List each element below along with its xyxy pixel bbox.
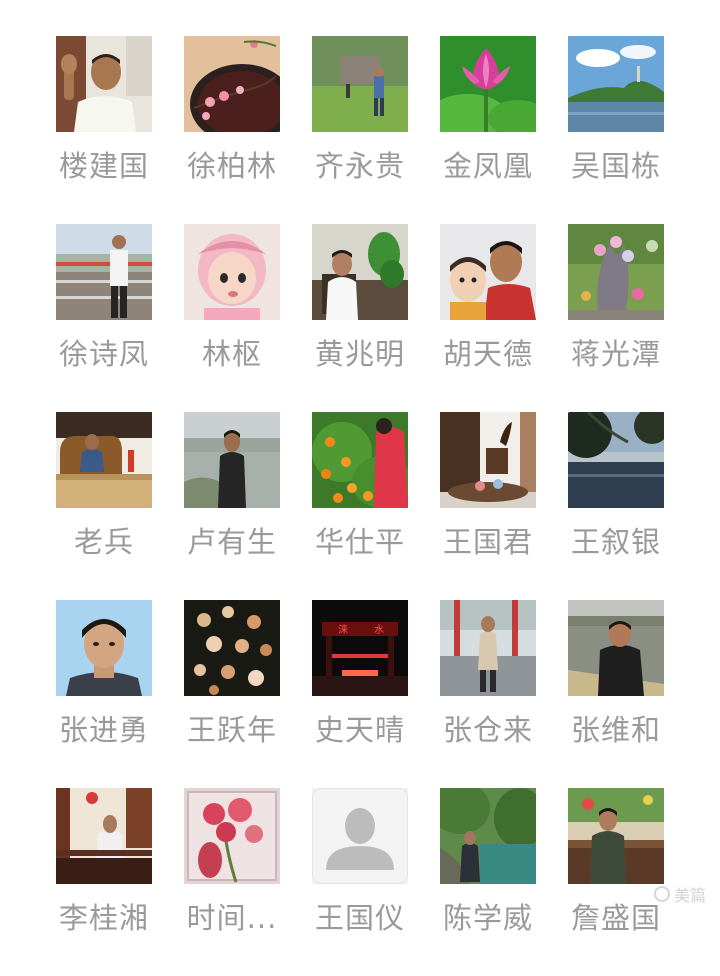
avatar xyxy=(568,224,664,320)
member-tile[interactable]: 齐永贵 xyxy=(296,36,424,224)
member-name: 史天晴 xyxy=(314,713,405,747)
member-name: 李桂湘 xyxy=(58,901,149,935)
member-grid: 楼建国 徐柏林 齐永贵 金凤凰 吴国栋 徐诗凤 林枢 黄兆明 胡天德 蒋光潭 老… xyxy=(40,36,680,976)
member-tile[interactable]: 张维和 xyxy=(552,600,680,788)
member-tile[interactable]: 涞 水 史天晴 xyxy=(296,600,424,788)
member-name: 楼建国 xyxy=(58,149,149,183)
avatar xyxy=(440,412,536,508)
avatar xyxy=(568,412,664,508)
avatar xyxy=(568,788,664,884)
avatar xyxy=(440,224,536,320)
member-name: 老兵 xyxy=(73,525,134,559)
meipian-logo-icon xyxy=(653,886,670,902)
member-tile[interactable]: 王叙银 xyxy=(552,412,680,600)
member-name: 林枢 xyxy=(201,337,262,371)
member-tile[interactable]: 黄兆明 xyxy=(296,224,424,412)
avatar xyxy=(568,36,664,132)
avatar xyxy=(184,224,280,320)
member-tile[interactable]: 徐柏林 xyxy=(168,36,296,224)
member-tile[interactable]: 老兵 xyxy=(40,412,168,600)
avatar xyxy=(440,788,536,884)
avatar xyxy=(184,788,280,884)
member-tile[interactable]: 华仕平 xyxy=(296,412,424,600)
member-name: 王叙银 xyxy=(570,525,661,559)
watermark-text: 美篇 xyxy=(673,886,706,905)
avatar xyxy=(568,600,664,696)
svg-text:涞: 涞 xyxy=(338,624,348,636)
avatar xyxy=(440,600,536,696)
member-tile[interactable]: 金凤凰 xyxy=(424,36,552,224)
member-tile[interactable]: 张仓来 xyxy=(424,600,552,788)
member-name: 陈学威 xyxy=(442,901,533,935)
member-tile[interactable]: 徐诗凤 xyxy=(40,224,168,412)
avatar xyxy=(56,412,152,508)
member-name: 徐诗凤 xyxy=(58,337,149,371)
member-tile[interactable]: 李桂湘 xyxy=(40,788,168,976)
member-tile[interactable]: 楼建国 xyxy=(40,36,168,224)
member-tile[interactable]: 林枢 xyxy=(168,224,296,412)
member-name: 华仕平 xyxy=(314,525,405,559)
member-tile[interactable]: 吴国栋 xyxy=(552,36,680,224)
member-name: 张维和 xyxy=(570,713,661,747)
avatar xyxy=(56,788,152,884)
avatar xyxy=(56,600,152,696)
avatar xyxy=(184,412,280,508)
member-name: 黄兆明 xyxy=(314,337,405,371)
member-tile[interactable]: 王跃年 xyxy=(168,600,296,788)
member-tile[interactable]: 卢有生 xyxy=(168,412,296,600)
member-name: 王国仪 xyxy=(314,901,405,935)
avatar xyxy=(312,36,408,132)
member-tile[interactable]: 胡天德 xyxy=(424,224,552,412)
member-name: 张进勇 xyxy=(58,713,149,747)
avatar xyxy=(312,224,408,320)
avatar xyxy=(312,412,408,508)
member-tile[interactable]: 蒋光潭 xyxy=(552,224,680,412)
member-tile[interactable]: 陈学威 xyxy=(424,788,552,976)
avatar xyxy=(56,36,152,132)
avatar xyxy=(56,224,152,320)
member-name: 金凤凰 xyxy=(442,149,533,183)
avatar xyxy=(440,36,536,132)
default-person-icon xyxy=(312,788,408,884)
member-name: 齐永贵 xyxy=(314,149,405,183)
svg-text:水: 水 xyxy=(374,624,384,636)
avatar xyxy=(184,600,280,696)
watermark: 美篇 xyxy=(653,882,706,906)
member-name: 蒋光潭 xyxy=(570,337,661,371)
member-name: 卢有生 xyxy=(186,525,277,559)
member-name: 张仓来 xyxy=(442,713,533,747)
member-name: 王国君 xyxy=(442,525,533,559)
member-name: 时间... xyxy=(186,901,278,935)
member-name: 徐柏林 xyxy=(186,149,277,183)
avatar: 涞 水 xyxy=(312,600,408,696)
member-tile[interactable]: 王国君 xyxy=(424,412,552,600)
member-name: 吴国栋 xyxy=(570,149,661,183)
member-name: 王跃年 xyxy=(186,713,277,747)
avatar xyxy=(184,36,280,132)
member-tile[interactable]: 时间... xyxy=(168,788,296,976)
member-tile[interactable]: 王国仪 xyxy=(296,788,424,976)
member-name: 胡天德 xyxy=(442,337,533,371)
member-tile[interactable]: 张进勇 xyxy=(40,600,168,788)
